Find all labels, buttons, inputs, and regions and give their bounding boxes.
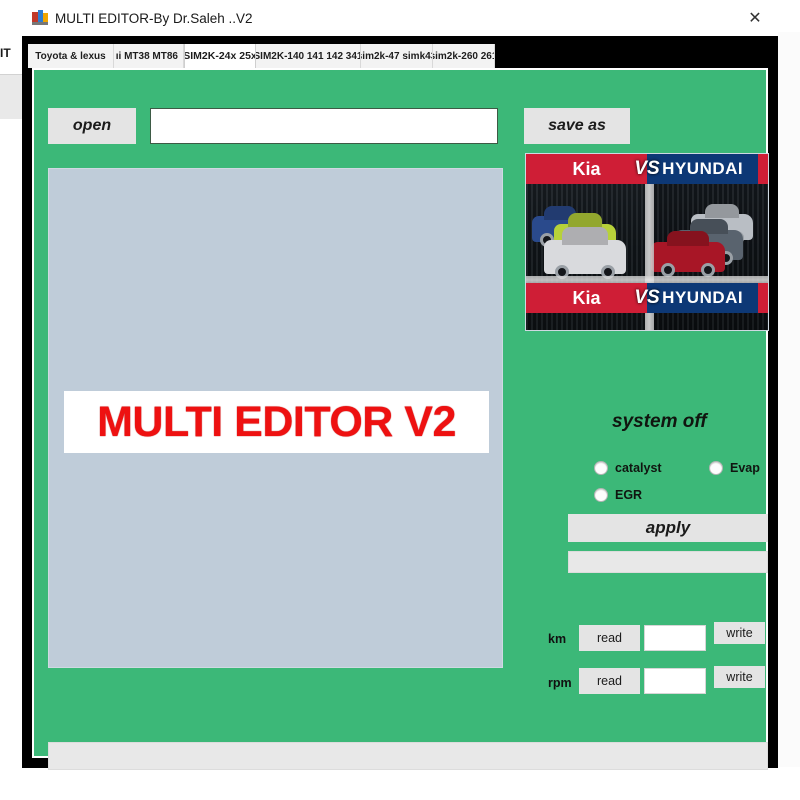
application-window: MULTI EDITOR-By Dr.Saleh ..V2 ✕ Toyota &… xyxy=(22,0,778,770)
radio-egr-dot[interactable] xyxy=(594,488,608,502)
tab-mt38-mt86[interactable]: ıi MT38 MT86 xyxy=(114,44,184,68)
background-window-left-strip xyxy=(0,74,22,119)
promo-band-bottom: Kia HYUNDAI VS xyxy=(526,283,768,313)
rpm-label: rpm xyxy=(548,676,572,690)
promo-kia-banner-top: Kia xyxy=(526,154,647,184)
car-silver xyxy=(544,227,626,279)
rpm-write-button[interactable]: write xyxy=(714,666,765,688)
promo-band-top: Kia HYUNDAI VS xyxy=(526,154,768,184)
tab-sim2k-140-141-142-341[interactable]: SIM2K-140 141 142 341 xyxy=(256,44,361,68)
tab-toyota-lexus[interactable]: Toyota & lexus xyxy=(28,44,114,68)
tab-sim2k-47-simk43[interactable]: sim2k-47 simk43 xyxy=(361,44,433,68)
promo-kia-banner-bottom: Kia xyxy=(526,283,647,313)
save-as-button[interactable]: save as xyxy=(524,108,630,144)
promo-kia-label-bottom: Kia xyxy=(572,287,601,308)
radio-catalyst-dot[interactable] xyxy=(594,461,608,475)
km-value-input[interactable] xyxy=(644,625,706,651)
tab-sim2k-24x-25x[interactable]: SIM2K-24x 25x xyxy=(184,44,256,68)
status-bar[interactable] xyxy=(48,742,768,770)
km-write-button[interactable]: write xyxy=(714,622,765,644)
title-bar: MULTI EDITOR-By Dr.Saleh ..V2 ✕ xyxy=(22,0,778,37)
rpm-read-button[interactable]: read xyxy=(579,668,640,694)
radio-evap[interactable]: Evap xyxy=(709,461,760,475)
km-label: km xyxy=(548,632,567,646)
rpm-value-input[interactable] xyxy=(644,668,706,694)
promo-hyundai-label-top: HYUNDAI xyxy=(662,159,744,178)
promo-hyundai-banner-top: HYUNDAI xyxy=(647,154,759,184)
close-icon[interactable]: ✕ xyxy=(732,0,778,36)
tab-sim2k-260-261[interactable]: sim2k-260 261 xyxy=(433,44,495,68)
promo-hyundai-banner-bottom: HYUNDAI xyxy=(647,283,759,313)
promo-vs-label-bottom: VS xyxy=(634,287,660,308)
system-off-title: system off xyxy=(612,411,707,432)
apply-button[interactable]: apply xyxy=(568,514,768,542)
background-window-right xyxy=(777,32,800,767)
radio-catalyst-label: catalyst xyxy=(615,461,662,475)
promo-hyundai-label-bottom: HYUNDAI xyxy=(662,288,744,307)
promo-kia-label-top: Kia xyxy=(572,158,601,179)
logo-text: MULTI EDITOR V2 xyxy=(97,397,456,446)
radio-evap-dot[interactable] xyxy=(709,461,723,475)
apply-status-field[interactable] xyxy=(568,551,768,573)
open-button[interactable]: open xyxy=(48,108,136,144)
display-panel[interactable]: MULTI EDITOR V2 xyxy=(48,168,503,668)
file-path-input[interactable] xyxy=(150,108,498,144)
client-area: Toyota & lexus ıi MT38 MT86 SIM2K-24x 25… xyxy=(22,36,778,770)
radio-evap-label: Evap xyxy=(730,461,760,475)
radio-egr-label: EGR xyxy=(615,488,643,502)
desktop-background: IT MULTI EDITOR-By Dr.Saleh ..V2 ✕ Toyot… xyxy=(0,0,800,800)
car-red xyxy=(651,230,725,277)
tab-strip: Toyota & lexus ıi MT38 MT86 SIM2K-24x 25… xyxy=(28,44,495,68)
background-window-right-mark xyxy=(778,451,800,465)
logo-banner: MULTI EDITOR V2 xyxy=(64,391,489,453)
radio-egr[interactable]: EGR xyxy=(594,488,642,502)
app-icon xyxy=(32,10,48,26)
km-read-button[interactable]: read xyxy=(579,625,640,651)
background-window-left-text: IT xyxy=(0,46,11,60)
radio-catalyst[interactable]: catalyst xyxy=(594,461,662,475)
promo-vs-label-top: VS xyxy=(634,158,660,179)
window-title: MULTI EDITOR-By Dr.Saleh ..V2 xyxy=(55,10,253,26)
promo-image-kia-vs-hyundai: Kia HYUNDAI VS Kia HYUNDAI VS xyxy=(525,153,769,331)
